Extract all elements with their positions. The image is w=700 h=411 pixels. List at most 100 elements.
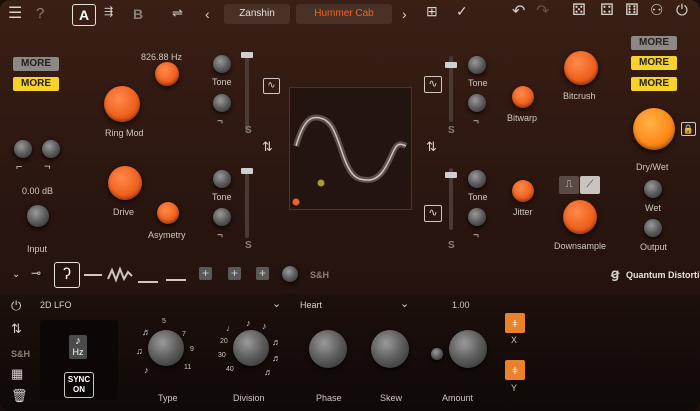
lfo-delete-icon[interactable]: 🗑 bbox=[11, 389, 28, 402]
tone-slider-2[interactable] bbox=[241, 168, 253, 238]
amount-knob[interactable] bbox=[449, 330, 487, 368]
tone-knob-2[interactable] bbox=[213, 94, 231, 112]
preset-b-button[interactable]: B bbox=[133, 6, 143, 22]
lfo-sync-arrows-icon[interactable]: ⇅ bbox=[11, 322, 22, 335]
undo-icon[interactable]: ↶ bbox=[512, 4, 525, 20]
type-tick-9: 9 bbox=[190, 346, 194, 353]
more-button-1[interactable]: MORE bbox=[13, 57, 59, 71]
lfo-shape-dropdown[interactable]: Heart bbox=[300, 300, 322, 310]
add-modulator-button-1[interactable]: + bbox=[199, 267, 212, 280]
tone-knob-6[interactable] bbox=[468, 94, 486, 112]
add-preset-icon[interactable]: ⊞ bbox=[426, 4, 438, 18]
type-triplet-icon: ♬ bbox=[142, 327, 151, 337]
division-knob[interactable] bbox=[233, 330, 269, 366]
filter-shape-icon-4: ¬ bbox=[473, 230, 479, 241]
routing-icon[interactable]: ⇌ bbox=[172, 6, 183, 19]
wet-knob[interactable] bbox=[644, 180, 662, 198]
more-button-3[interactable]: MORE bbox=[631, 36, 677, 50]
randomize-icon[interactable]: ⚄ bbox=[572, 3, 586, 19]
randomize-group-icon[interactable]: ⚃ bbox=[600, 3, 614, 19]
lfo-x-target-icon[interactable]: ⧧ bbox=[505, 313, 525, 333]
lfo-y-target-icon[interactable]: ⧧ bbox=[505, 360, 525, 380]
solo-button-3[interactable]: S bbox=[448, 125, 455, 136]
note-hz-toggle[interactable]: ♪ Hz bbox=[69, 335, 87, 359]
tone-slider-3[interactable] bbox=[445, 56, 457, 122]
help-icon[interactable]: ? bbox=[36, 6, 44, 21]
lfo-sh-label[interactable]: S&H bbox=[11, 349, 30, 359]
bitwarp-knob[interactable] bbox=[512, 86, 534, 108]
lfo-amount-value: 1.00 bbox=[452, 300, 470, 310]
waveform-curve bbox=[292, 114, 408, 206]
prev-preset-button[interactable]: ‹ bbox=[205, 6, 210, 22]
solo-button-1[interactable]: S bbox=[245, 125, 252, 136]
strip-sh-knob[interactable] bbox=[282, 266, 298, 282]
solo-button-2[interactable]: S bbox=[245, 240, 252, 251]
bitcrush-knob[interactable] bbox=[564, 51, 598, 85]
preset-a-button[interactable]: A bbox=[72, 4, 96, 26]
division-tick-40: 40 bbox=[226, 366, 234, 373]
input-filter-knob-1[interactable] bbox=[14, 140, 32, 158]
preset-selector[interactable]: Hummer Cab bbox=[296, 4, 392, 24]
ring-mod-knob[interactable] bbox=[104, 86, 140, 122]
output-knob[interactable] bbox=[644, 219, 662, 237]
dice-multi-icon[interactable]: ⚅ bbox=[625, 3, 639, 19]
hz-label: Hz bbox=[72, 347, 84, 357]
downsample-mode-linear-button[interactable]: ⟋ bbox=[580, 176, 600, 194]
redo-icon[interactable]: ↷ bbox=[536, 4, 549, 20]
copy-a-to-b-icon[interactable]: ⇶ bbox=[104, 6, 113, 19]
tone-knob-1[interactable] bbox=[213, 55, 231, 73]
downsample-mode-step-button[interactable]: ⎍ bbox=[559, 176, 579, 194]
tone-slider-1[interactable] bbox=[241, 52, 253, 132]
lfo-mode-dropdown[interactable]: 2D LFO bbox=[40, 300, 72, 310]
add-modulator-button-3[interactable]: + bbox=[256, 267, 269, 280]
ring-mod-frequency-knob[interactable] bbox=[155, 62, 179, 86]
tone-knob-7[interactable] bbox=[468, 170, 486, 188]
collapse-chevron-icon[interactable]: ⌄ bbox=[12, 268, 20, 281]
sine-wave-icon-1[interactable]: ∿ bbox=[263, 78, 280, 94]
tone-knob-4[interactable] bbox=[213, 208, 231, 226]
type-note-icon: ♪ bbox=[144, 365, 149, 375]
add-modulator-button-2[interactable]: + bbox=[228, 267, 241, 280]
solo-button-4[interactable]: S bbox=[448, 240, 455, 251]
input-knob[interactable] bbox=[27, 205, 49, 227]
sine-wave-icon-3[interactable]: ∿ bbox=[424, 205, 442, 222]
waveform-display[interactable] bbox=[289, 87, 412, 210]
more-button-5[interactable]: MORE bbox=[631, 77, 677, 91]
lfo-shape-slot-active[interactable]: ʔ bbox=[54, 262, 80, 288]
bank-selector[interactable]: Zanshin bbox=[224, 4, 290, 24]
ring-mod-label: Ring Mod bbox=[105, 128, 144, 138]
phase-knob[interactable] bbox=[309, 330, 347, 368]
amount-bipolar-knob[interactable] bbox=[431, 348, 443, 360]
save-preset-icon[interactable]: ✓ bbox=[456, 4, 468, 18]
next-preset-button[interactable]: › bbox=[402, 6, 407, 22]
lfo-grid-icon[interactable]: ▦ bbox=[11, 367, 23, 380]
division-tick-30: 30 bbox=[218, 352, 226, 359]
asymetry-knob[interactable] bbox=[157, 202, 179, 224]
lfo-power-icon[interactable]: ⏻ bbox=[11, 299, 21, 312]
tone-knob-5[interactable] bbox=[468, 56, 486, 74]
key-icon[interactable]: ⊸ bbox=[31, 267, 41, 280]
lfo-mode-chevron-icon[interactable]: ⌄ bbox=[272, 298, 281, 311]
jitter-knob[interactable] bbox=[512, 180, 534, 202]
power-icon[interactable]: ⏻ bbox=[676, 3, 688, 18]
tone-knob-8[interactable] bbox=[468, 208, 486, 226]
swap-icon-left[interactable]: ⇅ bbox=[262, 140, 273, 153]
menu-icon[interactable]: ☰ bbox=[8, 6, 22, 22]
lfo-shape-chevron-icon[interactable]: ⌄ bbox=[400, 298, 409, 311]
drive-knob[interactable] bbox=[108, 166, 142, 200]
dry-wet-knob[interactable] bbox=[633, 108, 675, 150]
lfo-shape-slots[interactable] bbox=[82, 264, 192, 286]
tone-slider-4[interactable] bbox=[445, 168, 457, 230]
swap-icon-right[interactable]: ⇅ bbox=[426, 140, 437, 153]
input-filter-knob-2[interactable] bbox=[42, 140, 60, 158]
skew-knob[interactable] bbox=[371, 330, 409, 368]
type-knob[interactable] bbox=[148, 330, 184, 366]
sync-toggle-button[interactable]: SYNC ON bbox=[64, 372, 94, 398]
lock-icon[interactable]: 🔒 bbox=[681, 122, 696, 136]
more-button-2[interactable]: MORE bbox=[13, 77, 59, 91]
downsample-knob[interactable] bbox=[563, 200, 597, 234]
tone-knob-3[interactable] bbox=[213, 170, 231, 188]
more-button-4[interactable]: MORE bbox=[631, 56, 677, 70]
hierarchy-icon[interactable]: ⚇ bbox=[650, 3, 663, 18]
sine-wave-icon-2[interactable]: ∿ bbox=[424, 76, 442, 93]
